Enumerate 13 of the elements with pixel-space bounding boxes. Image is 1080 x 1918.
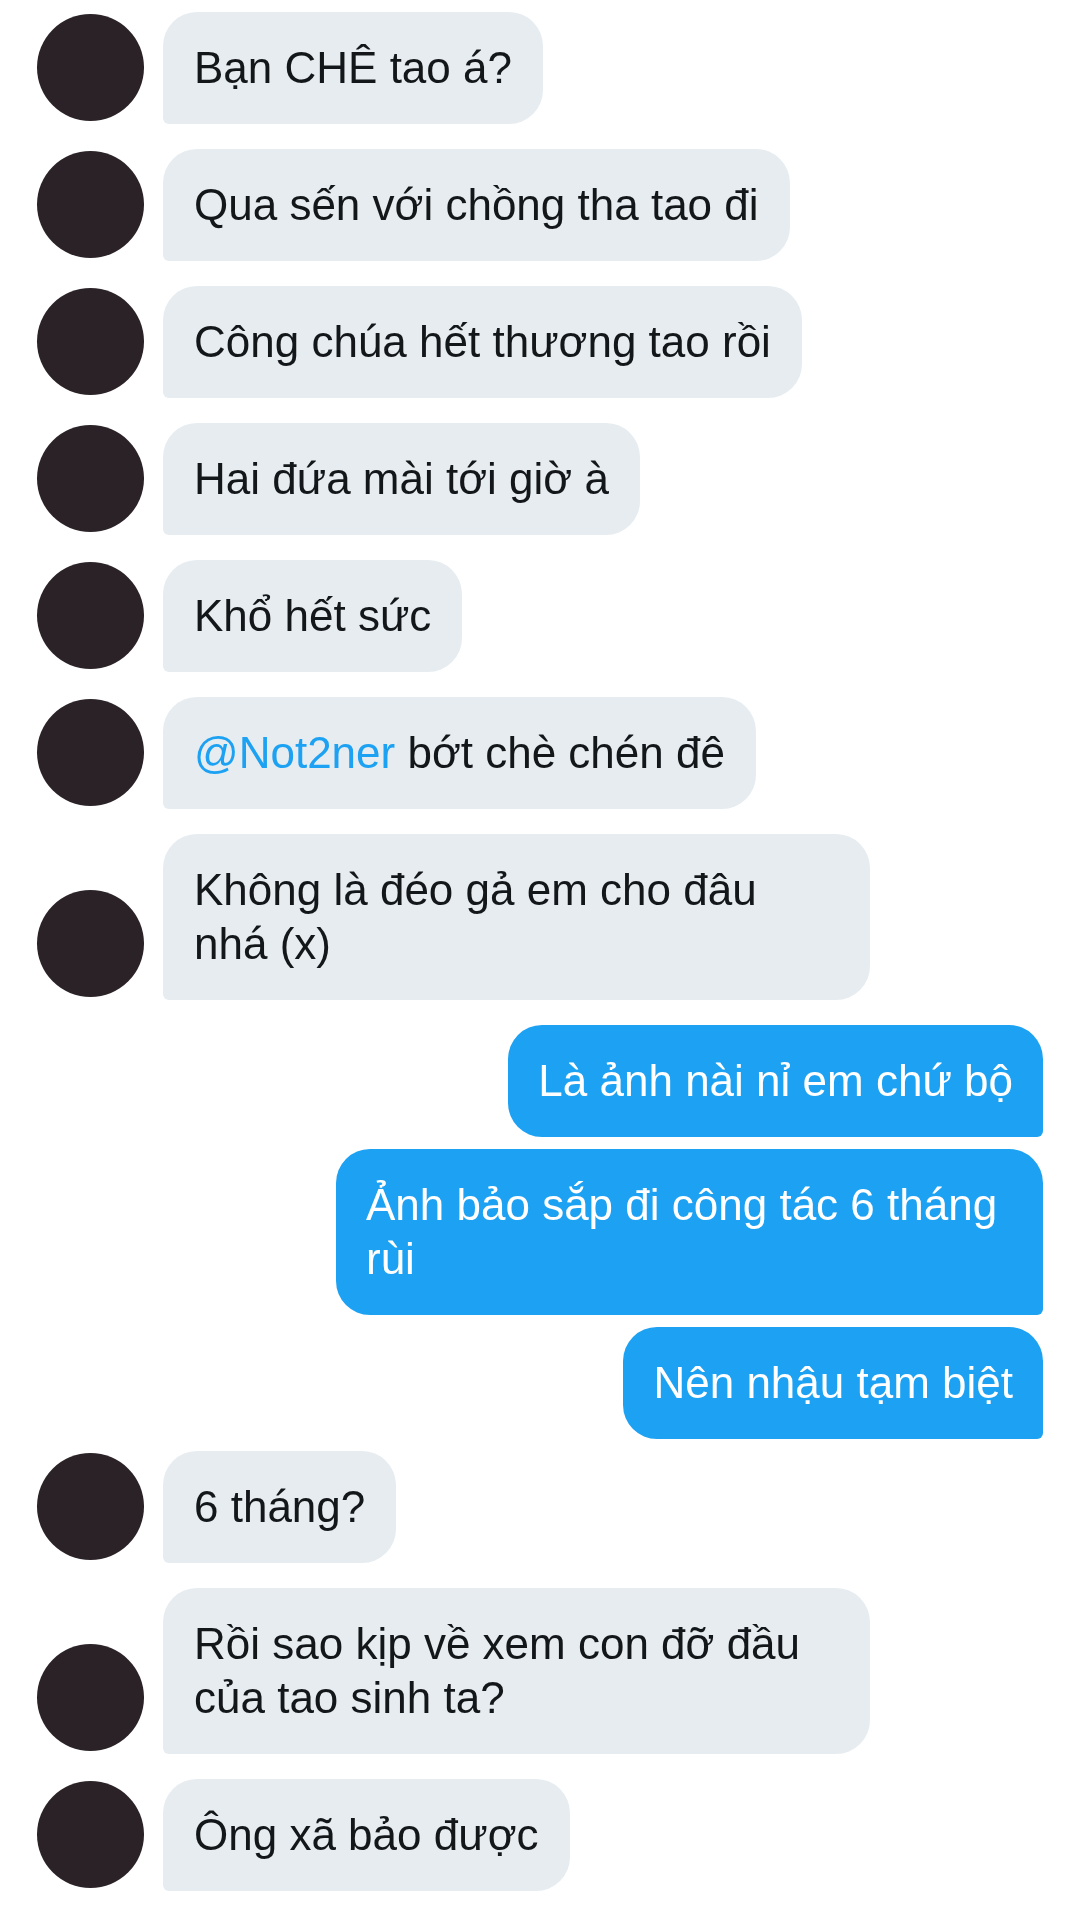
sent-message: Ảnh bảo sắp đi công tác 6 tháng rùi [336,1149,1043,1315]
received-message: Qua sến với chồng tha tao đi [163,149,790,261]
received-message: Công chúa hết thương tao rồi [163,286,802,398]
received-message: Bạn CHÊ tao á? [163,12,543,124]
received-message: Khổ hết sức [163,560,463,672]
received-message: @Not2ner bớt chè chén đê [163,697,756,809]
received-message: Rồi sao kịp về xem con đỡ đầu của tao sinh ta? [163,1588,870,1754]
sent-message: Nên nhậu tạm biệt [623,1327,1043,1439]
received-message: Hai đứa mài tới giờ à [163,423,640,535]
received-message: 6 tháng? [163,1451,397,1563]
sent-message: Là ảnh nài nỉ em chứ bộ [508,1025,1043,1137]
received-message: Không là đéo gả em cho đâu nhá (x) [163,834,870,1000]
received-message: Ông xã bảo được [163,1779,570,1891]
